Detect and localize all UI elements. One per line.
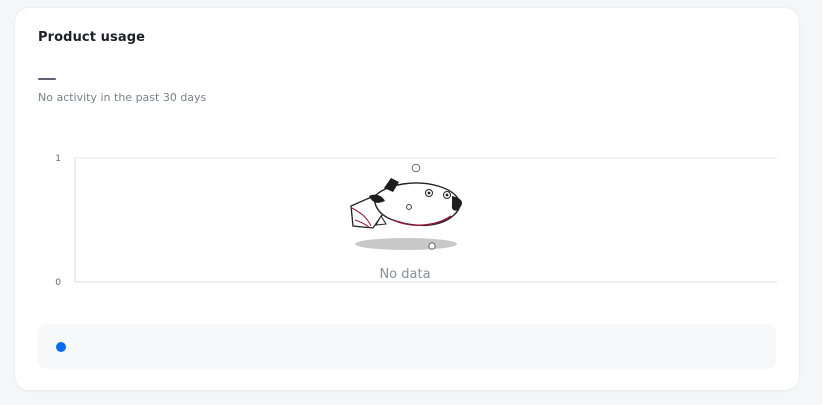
card-title: Product usage (38, 30, 146, 45)
legend-series-dot[interactable] (56, 342, 66, 352)
empty-state-fish-icon (350, 163, 463, 250)
no-data-label: No data (379, 267, 430, 282)
y-tick-label: 0 (55, 278, 61, 288)
usage-chart: 1 0 No data (55, 154, 777, 288)
product-usage-card: Product usage No activity in the past 30… (15, 8, 799, 390)
card-subtitle: No activity in the past 30 days (38, 91, 207, 104)
metric-value-placeholder (38, 78, 56, 80)
y-tick-label: 1 (55, 154, 61, 164)
chart-legend (38, 324, 776, 369)
page-scroll-track[interactable] (822, 0, 836, 405)
